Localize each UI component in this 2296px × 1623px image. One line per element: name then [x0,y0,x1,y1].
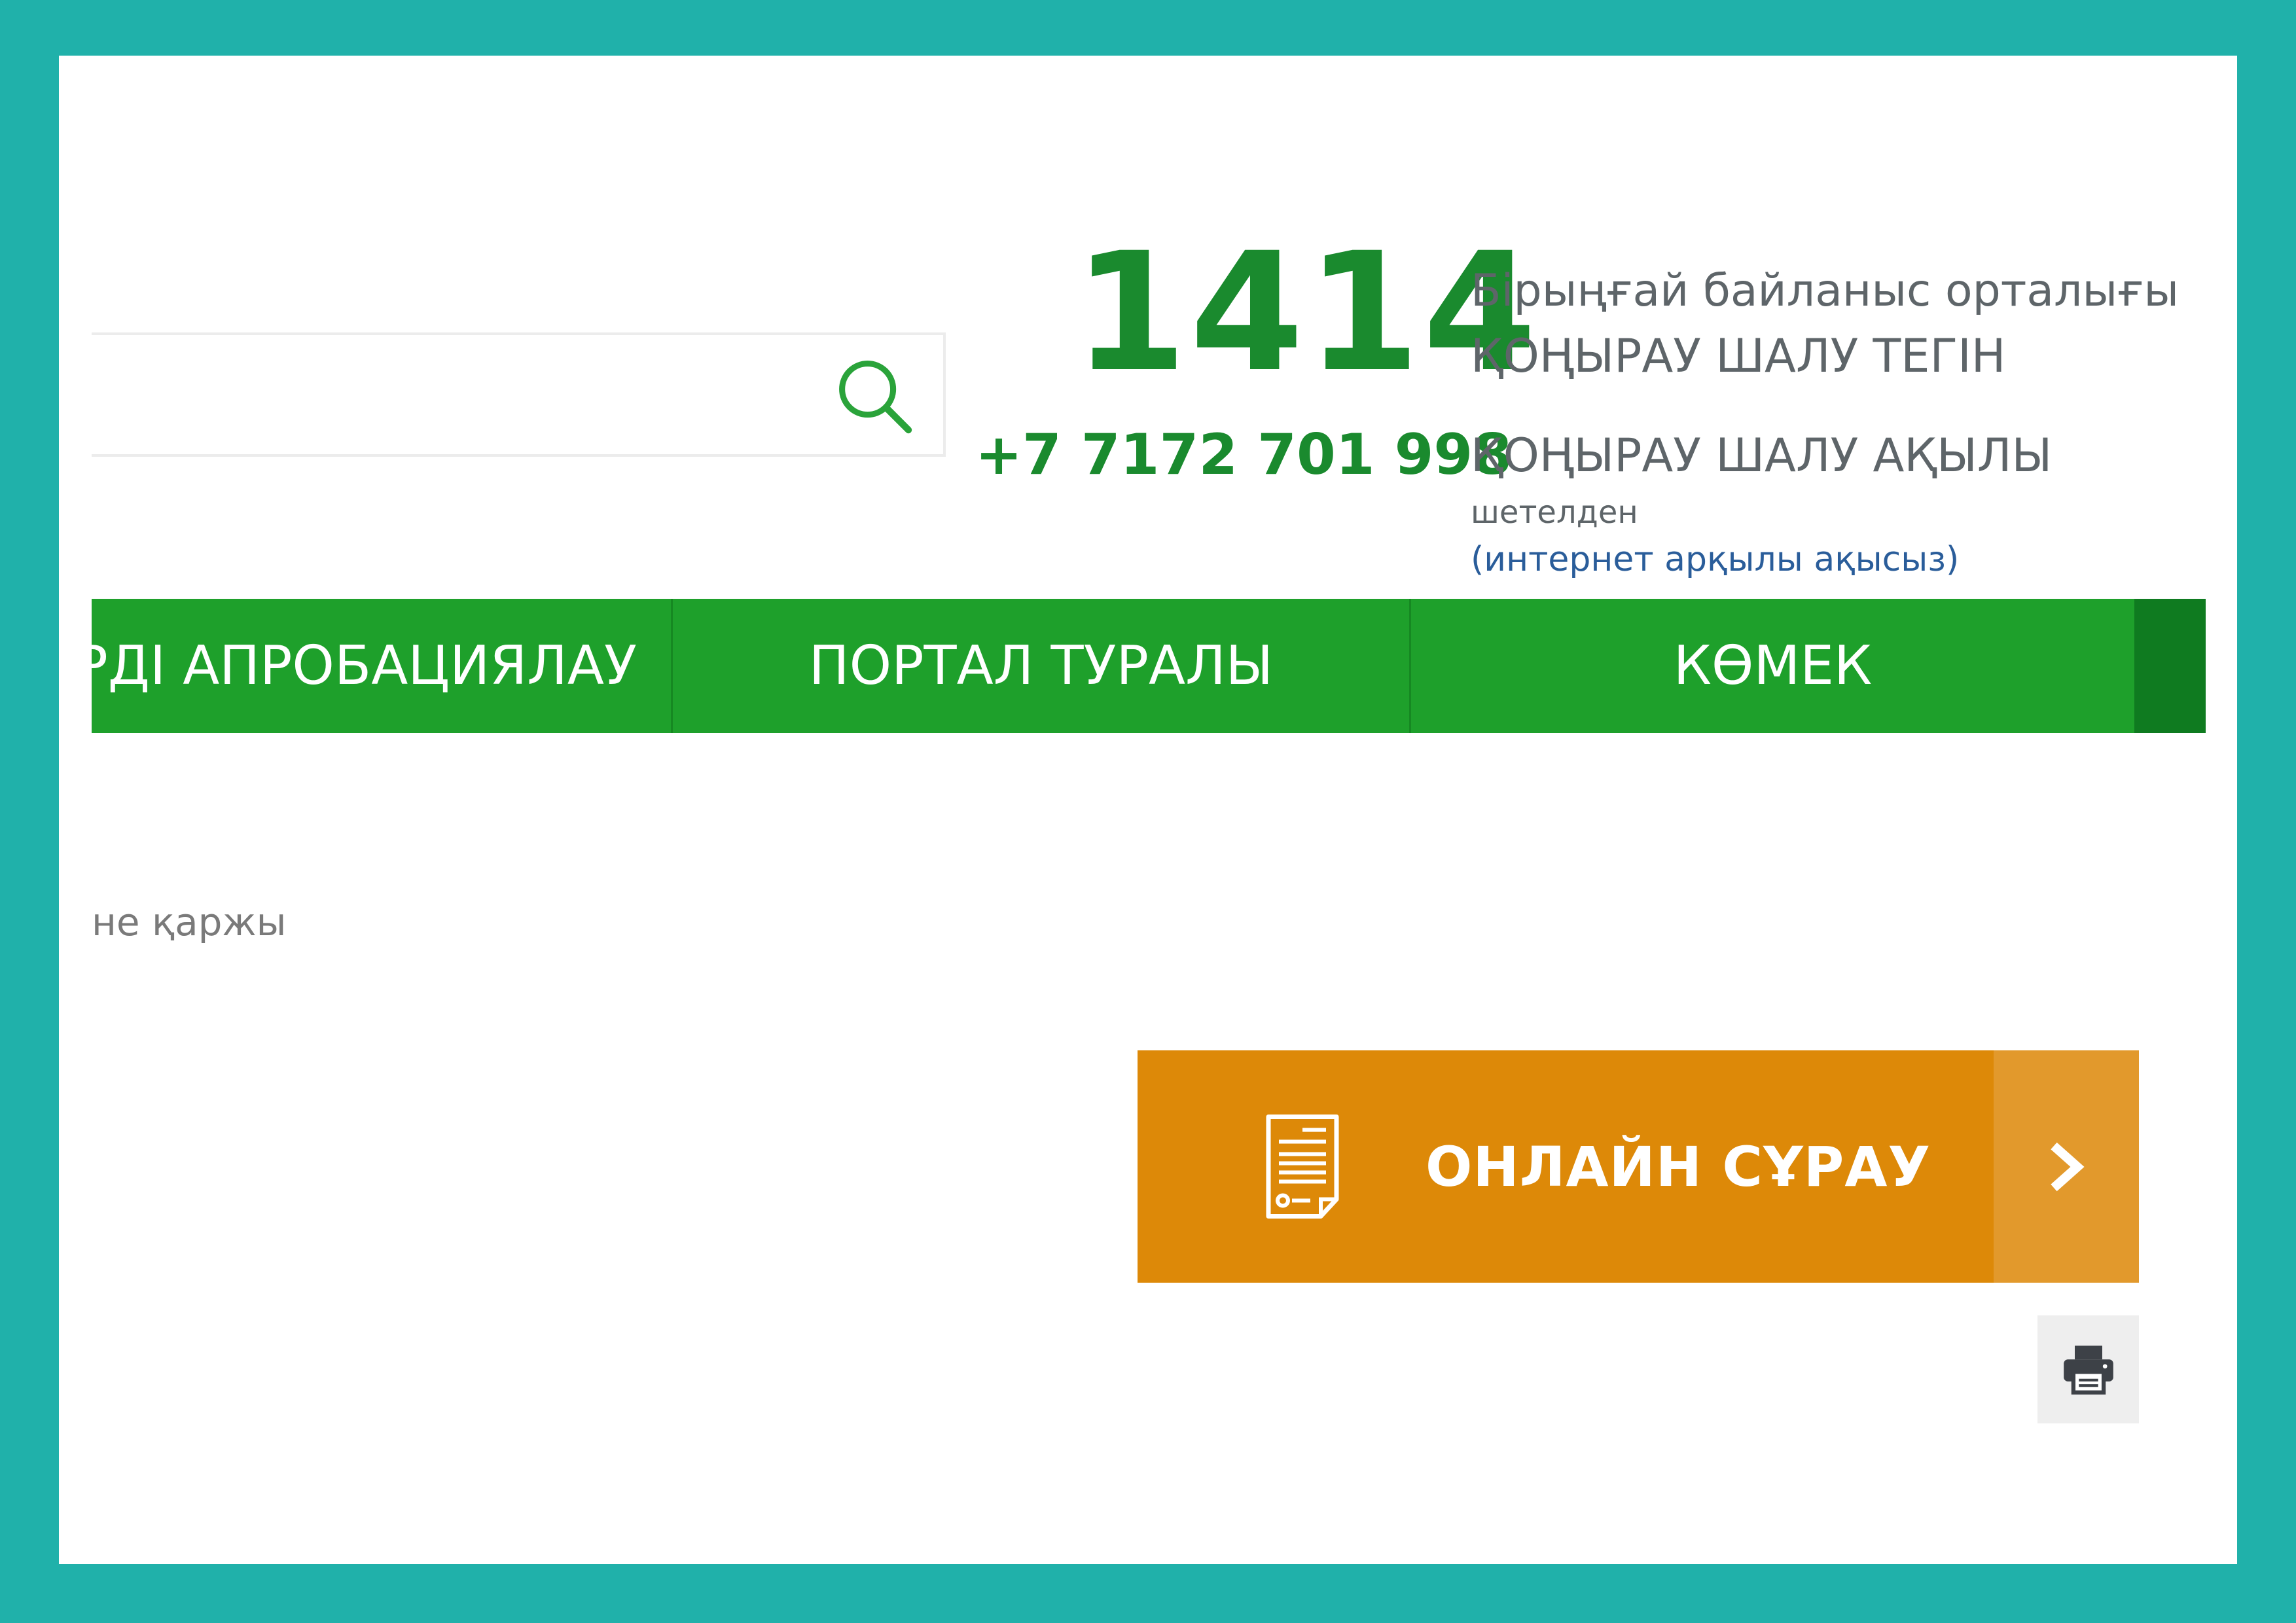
browser-viewport: 1414 Бірыңғай байланыс орталығы ҚОҢЫРАУ … [59,56,2237,1564]
phone-paid-label: ҚОҢЫРАУ ШАЛУ АҚЫЛЫ [1471,429,2053,482]
online-request-label: ОНЛАЙН СҰРАУ [1426,1134,1931,1199]
hotline-title: Бірыңғай байланыс орталығы [1471,265,2179,317]
search-icon[interactable] [832,353,917,438]
print-button[interactable] [2037,1315,2139,1423]
hotline-free-label: ҚОҢЫРАУ ШАЛУ ТЕГІН [1471,329,2006,383]
nav-item-about-portal[interactable]: ПОРТАЛ ТУРАЛЫ [673,599,1411,733]
chevron-right-icon [2051,1142,2085,1192]
online-request-arrow[interactable] [1994,1050,2139,1283]
print-icon [2064,1346,2113,1395]
phone-abroad-label: шетелден [1471,494,1638,531]
nav-item-help[interactable]: КӨМЕК [1411,599,2134,733]
online-request-button[interactable]: ОНЛАЙН СҰРАУ [1138,1050,2139,1283]
document-icon [1266,1115,1339,1219]
search-input[interactable] [92,332,946,457]
nav-item-approbation[interactable]: ЕРДІ АПРОБАЦИЯЛАУ [92,599,673,733]
screenshot-frame: 1414 Бірыңғай байланыс орталығы ҚОҢЫРАУ … [0,0,2296,1623]
breadcrumb[interactable]: не қаржы [92,900,286,944]
nav-item-overflow[interactable] [2134,599,2206,733]
hotline-number: 1414 [1073,217,1539,408]
internet-call-link[interactable]: (интернет арқылы ақысыз) [1471,540,1959,579]
main-nav: ЕРДІ АПРОБАЦИЯЛАУ ПОРТАЛ ТУРАЛЫ КӨМЕК [92,599,2206,733]
phone-number: +7 7172 701 998 [975,422,1513,488]
